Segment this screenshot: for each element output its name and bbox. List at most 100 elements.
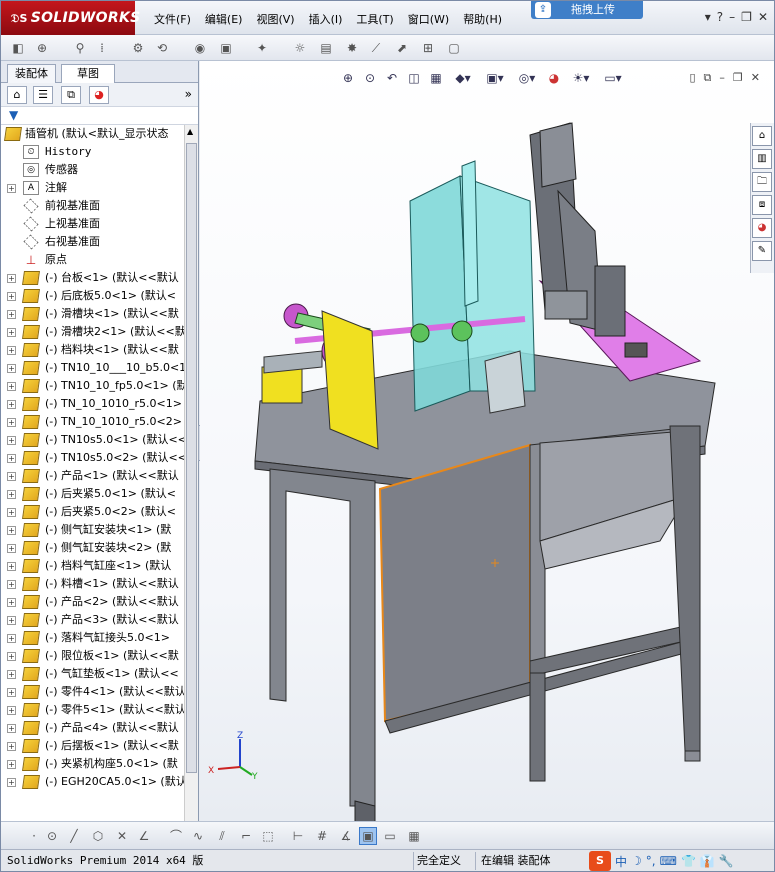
mate-icon[interactable]: ⚲ <box>71 39 89 57</box>
expand-toggle-icon[interactable]: + <box>7 328 16 337</box>
smart-fasteners-icon[interactable]: ⚙ <box>129 39 147 57</box>
expand-toggle-icon[interactable]: + <box>7 490 16 499</box>
assembly-model[interactable] <box>200 61 774 821</box>
tree-part-row[interactable]: + (-) 后摆板<1> (默认<<默 <box>1 737 184 755</box>
table-icon[interactable]: ▦ <box>405 827 423 845</box>
view-palette-icon[interactable]: ⧈ <box>752 195 772 215</box>
tree-part-row[interactable]: + (-) 零件5<1> (默认<<默认 <box>1 701 184 719</box>
expand-toggle-icon[interactable]: + <box>7 184 16 193</box>
sogou-icon[interactable]: S <box>589 851 611 871</box>
tree-part-row[interactable]: + (-) 侧气缸安装块<1> (默 <box>1 521 184 539</box>
expand-toggle-icon[interactable]: + <box>7 616 16 625</box>
tab-sketch[interactable]: 草图 <box>61 64 115 83</box>
expand-toggle-icon[interactable]: + <box>7 472 16 481</box>
expand-toggle-icon[interactable]: + <box>7 454 16 463</box>
tree-part-row[interactable]: + (-) TN10s5.0<2> (默认<< <box>1 449 184 467</box>
expand-toggle-icon[interactable]: + <box>7 760 16 769</box>
tree-part-row[interactable]: + (-) 限位板<1> (默认<<默 <box>1 647 184 665</box>
menu-insert[interactable]: 插入(I) <box>302 12 350 28</box>
new-motion-study-icon[interactable]: ☼ <box>291 39 309 57</box>
tree-part-row[interactable]: + (-) 后底板5.0<1> (默认< <box>1 287 184 305</box>
expand-toggle-icon[interactable]: + <box>7 598 16 607</box>
expand-toggle-icon[interactable]: + <box>7 634 16 643</box>
tree-item-origin[interactable]: ⊥ 原点 <box>1 251 184 269</box>
scroll-up-icon[interactable]: ▲ <box>187 127 193 136</box>
menu-view[interactable]: 视图(V) <box>249 12 301 28</box>
insert-component-icon[interactable]: ⊕ <box>33 39 51 57</box>
property-manager-icon[interactable]: ☰ <box>33 86 53 104</box>
expand-toggle-icon[interactable]: + <box>7 652 16 661</box>
filter-icon[interactable]: ▼ <box>9 108 18 122</box>
rectangle-icon[interactable]: ⬚ <box>259 827 277 845</box>
ime-halfwidth-icon[interactable]: ☽ <box>631 854 642 868</box>
help-icon[interactable]: ? <box>717 10 723 24</box>
tree-part-row[interactable]: + (-) 气缸垫板<1> (默认<< <box>1 665 184 683</box>
menu-window[interactable]: 窗口(W) <box>401 12 456 28</box>
expand-toggle-icon[interactable]: + <box>7 364 16 373</box>
tree-item-plane[interactable]: 上视基准面 <box>1 215 184 233</box>
point-icon[interactable]: · <box>25 827 43 845</box>
arc-icon[interactable]: ⌒ <box>167 827 185 845</box>
ime-tools-icon[interactable]: 🔧 <box>719 854 734 868</box>
graphics-area[interactable]: ⊕ ⊙ ↶ ◫ ▦ ◆▾ ▣▾ ◎▾ ◕ ☀▾ ▭▾ ▯ ⧉ – ❐ ✕ Z X… <box>200 61 774 821</box>
expand-toggle-icon[interactable]: + <box>7 670 16 679</box>
tree-part-row[interactable]: + (-) 档料气缸座<1> (默认 <box>1 557 184 575</box>
tree-part-row[interactable]: + (-) 产品<1> (默认<<默认 <box>1 467 184 485</box>
dropdown-icon[interactable]: ▾ <box>705 10 711 24</box>
expand-toggle-icon[interactable]: + <box>7 310 16 319</box>
menu-help[interactable]: 帮助(H) <box>456 12 509 28</box>
expand-toggle-icon[interactable]: + <box>7 292 16 301</box>
expand-toggle-icon[interactable]: + <box>7 742 16 751</box>
tree-scrollbar[interactable]: ▲ ▼ <box>184 125 198 847</box>
offset-icon[interactable]: ⫽ <box>213 827 231 845</box>
tree-part-row[interactable]: + (-) 后夹紧5.0<2> (默认< <box>1 503 184 521</box>
restore-icon[interactable]: ❐ <box>741 10 752 24</box>
tree-part-row[interactable]: + (-) 落料气缸接头5.0<1> <box>1 629 184 647</box>
tree-part-row[interactable]: + (-) 产品<2> (默认<<默认 <box>1 593 184 611</box>
tree-part-row[interactable]: + (-) 产品<3> (默认<<默认 <box>1 611 184 629</box>
tab-assembly[interactable]: 装配体 <box>7 64 56 83</box>
close-icon[interactable]: ✕ <box>758 10 768 24</box>
custom-properties-icon[interactable]: ✎ <box>752 241 772 261</box>
ime-skin-icon[interactable]: 👕 <box>681 854 696 868</box>
update-speedpak-icon[interactable]: ⊞ <box>419 39 437 57</box>
tree-item-history[interactable]: ⏲ History <box>1 143 184 161</box>
tree-part-row[interactable]: + (-) 侧气缸安装块<2> (默 <box>1 539 184 557</box>
hide-show-icon[interactable]: ◉ <box>191 39 209 57</box>
spline-icon[interactable]: ∿ <box>189 827 207 845</box>
tree-item-sensor[interactable]: ◎ 传感器 <box>1 161 184 179</box>
edit-component-icon[interactable]: ◧ <box>9 39 27 57</box>
expand-toggle-icon[interactable]: + <box>7 706 16 715</box>
menu-file[interactable]: 文件(F) <box>147 12 198 28</box>
tree-part-row[interactable]: + (-) 滑槽块2<1> (默认<<默 <box>1 323 184 341</box>
menu-edit[interactable]: 编辑(E) <box>198 12 250 28</box>
expand-toggle-icon[interactable]: + <box>7 724 16 733</box>
shaded-view-icon[interactable]: ▣ <box>359 827 377 845</box>
polygon-icon[interactable]: ⬡ <box>89 827 107 845</box>
file-explorer-icon[interactable]: 🗀 <box>752 172 772 192</box>
trim-icon[interactable]: ✕ <box>113 827 131 845</box>
tree-part-row[interactable]: + (-) TN10s5.0<1> (默认<< <box>1 431 184 449</box>
ime-toolbar[interactable]: S 中 ☽ °, ⌨ 👕 👔 🔧 <box>589 850 734 872</box>
exploded-view-icon[interactable]: ✸ <box>343 39 361 57</box>
tree-part-row[interactable]: + (-) 料槽<1> (默认<<默认 <box>1 575 184 593</box>
tree-part-row[interactable]: + (-) 档料块<1> (默认<<默 <box>1 341 184 359</box>
circle-icon[interactable]: ⊙ <box>43 827 61 845</box>
instant3d-icon[interactable]: ⬈ <box>393 39 411 57</box>
expand-toggle-icon[interactable]: + <box>7 688 16 697</box>
take-snapshot-icon[interactable]: ▢ <box>445 39 463 57</box>
expand-toggle-icon[interactable]: + <box>7 544 16 553</box>
section-icon[interactable]: ▭ <box>381 827 399 845</box>
expand-toggle-icon[interactable]: + <box>7 346 16 355</box>
tree-part-row[interactable]: + (-) 零件4<1> (默认<<默认 <box>1 683 184 701</box>
expand-toggle-icon[interactable]: + <box>7 508 16 517</box>
design-library-icon[interactable]: ▥ <box>752 149 772 169</box>
expand-toggle-icon[interactable]: + <box>7 274 16 283</box>
expand-toggle-icon[interactable]: + <box>7 526 16 535</box>
solidworks-resources-icon[interactable]: ⌂ <box>752 126 772 146</box>
tree-item-plane[interactable]: 右视基准面 <box>1 233 184 251</box>
feature-manager-icon[interactable]: ⌂ <box>7 86 27 104</box>
dimension-icon[interactable]: ⊢ <box>289 827 307 845</box>
configuration-manager-icon[interactable]: ⧉ <box>61 86 81 104</box>
tree-part-row[interactable]: + (-) TN_10_1010_r5.0<2> <box>1 413 184 431</box>
